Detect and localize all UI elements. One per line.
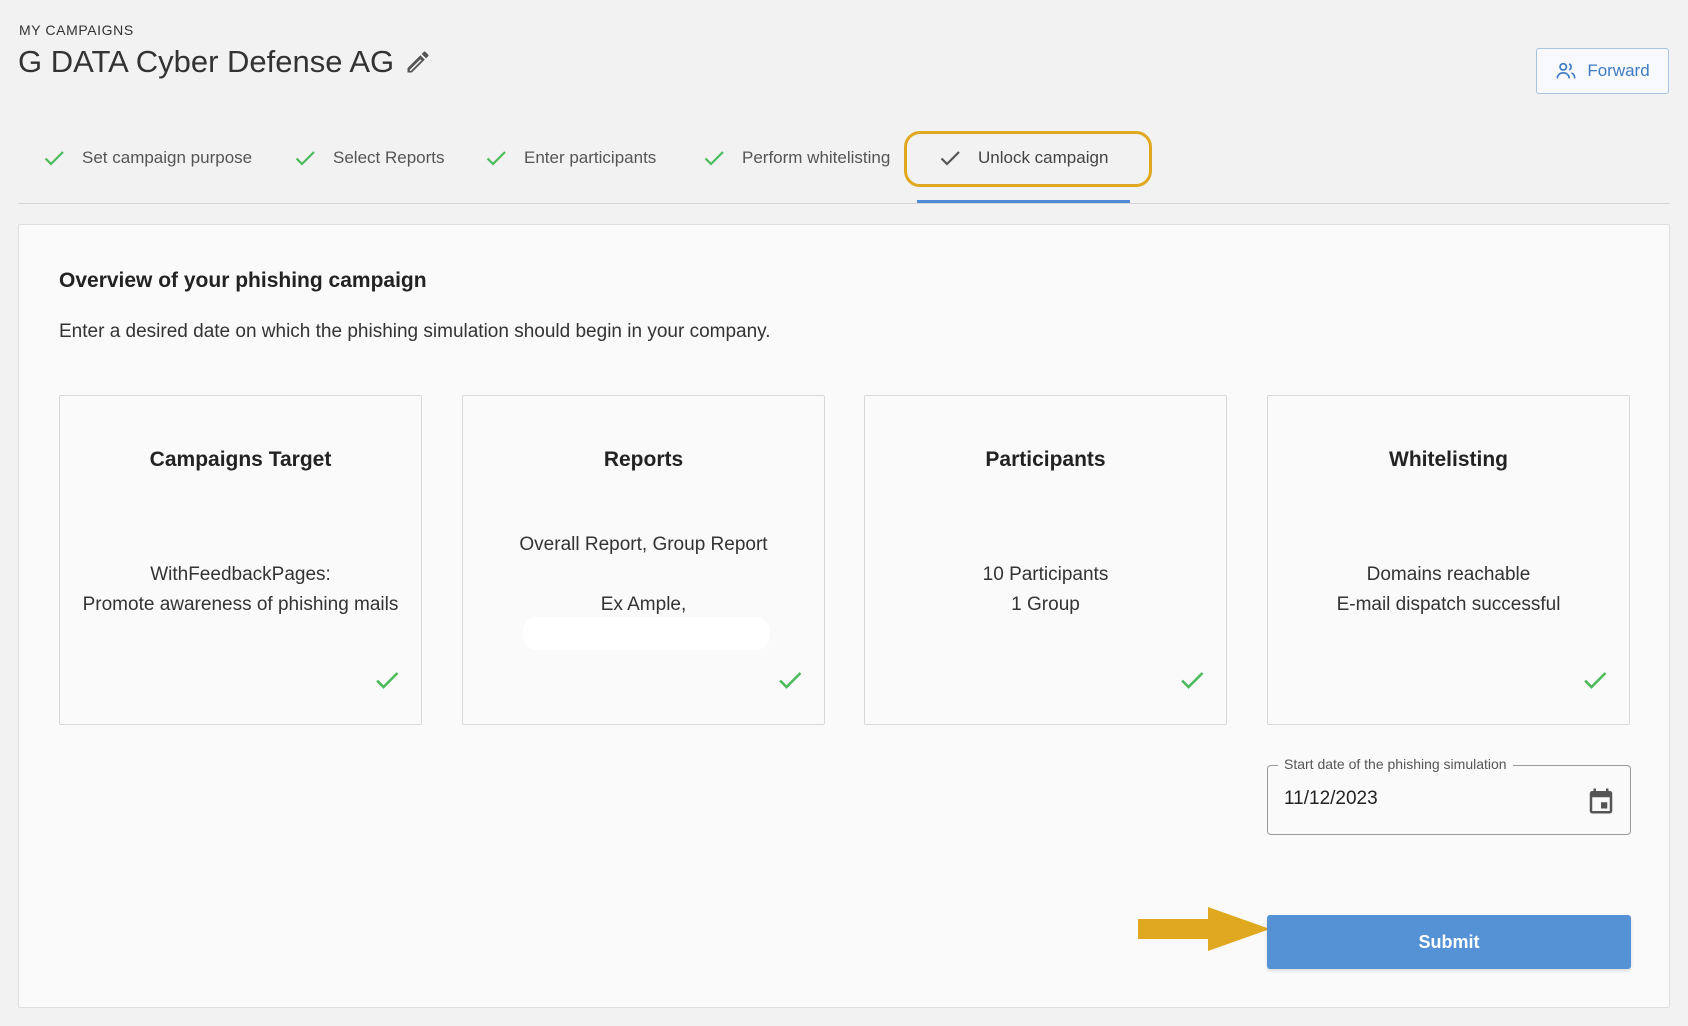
check-icon: [1581, 666, 1609, 694]
summary-card-campaigns-target: Campaigns Target WithFeedbackPages: Prom…: [59, 395, 422, 725]
check-icon: [293, 146, 317, 170]
summary-card-participants: Participants 10 Participants 1 Group: [864, 395, 1227, 725]
step-set-campaign-purpose[interactable]: Set campaign purpose: [42, 128, 252, 188]
step-label: Set campaign purpose: [82, 148, 253, 167]
card-line: 10 Participants: [982, 564, 1109, 585]
start-date-field[interactable]: Start date of the phishing simulation: [1267, 756, 1631, 835]
check-icon: [938, 146, 962, 170]
start-date-input[interactable]: [1284, 784, 1564, 814]
forward-button[interactable]: Forward: [1536, 48, 1669, 94]
check-icon: [484, 146, 508, 170]
breadcrumb[interactable]: MY CAMPAIGNS: [19, 22, 134, 38]
pencil-icon[interactable]: [404, 48, 432, 76]
card-line: Ex Ample,: [600, 594, 687, 615]
overview-panel: Overview of your phishing campaign Enter…: [18, 224, 1670, 1008]
arrow-right-icon: [1138, 907, 1270, 951]
overview-description: Enter a desired date on which the phishi…: [59, 321, 771, 342]
forward-label: Forward: [1587, 61, 1650, 80]
card-line: Promote awareness of phishing mails: [82, 594, 399, 615]
campaign-page: MY CAMPAIGNS G DATA Cyber Defense AG For…: [0, 0, 1688, 1026]
check-icon: [702, 146, 726, 170]
summary-card-reports: Reports Overall Report, Group Report Ex …: [462, 395, 825, 725]
people-icon: [1555, 60, 1577, 82]
check-icon: [776, 666, 804, 694]
step-select-reports[interactable]: Select Reports: [293, 128, 445, 188]
step-unlock-campaign[interactable]: Unlock campaign: [938, 128, 1108, 188]
card-line: WithFeedbackPages:: [150, 564, 331, 585]
title-row: G DATA Cyber Defense AG: [18, 44, 432, 80]
step-tabs: Set campaign purpose Select Reports Ente…: [18, 128, 1670, 204]
step-enter-participants[interactable]: Enter participants: [484, 128, 656, 188]
card-title: Participants: [985, 448, 1106, 471]
step-perform-whitelisting[interactable]: Perform whitelisting: [702, 128, 890, 188]
check-icon: [42, 146, 66, 170]
calendar-icon[interactable]: [1586, 786, 1616, 816]
step-label: Perform whitelisting: [742, 148, 891, 167]
card-line: E-mail dispatch successful: [1336, 594, 1561, 615]
step-label: Select Reports: [333, 148, 445, 167]
redaction-mask: [523, 617, 770, 650]
page-title: G DATA Cyber Defense AG: [18, 44, 395, 79]
submit-button[interactable]: Submit: [1267, 915, 1631, 969]
card-line: Overall Report, Group Report: [519, 534, 768, 555]
active-step-indicator: [917, 200, 1130, 203]
card-title: Reports: [603, 448, 684, 471]
step-label: Enter participants: [524, 148, 657, 167]
check-icon: [1178, 666, 1206, 694]
card-line: 1 Group: [1011, 594, 1080, 615]
overview-title: Overview of your phishing campaign: [59, 269, 427, 292]
check-icon: [373, 666, 401, 694]
summary-card-whitelisting: Whitelisting Domains reachable E-mail di…: [1267, 395, 1630, 725]
card-line: Domains reachable: [1366, 564, 1531, 585]
step-label: Unlock campaign: [978, 148, 1109, 167]
start-date-label: Start date of the phishing simulation: [1278, 756, 1513, 772]
card-title: Whitelisting: [1389, 448, 1508, 471]
card-title: Campaigns Target: [149, 448, 332, 471]
